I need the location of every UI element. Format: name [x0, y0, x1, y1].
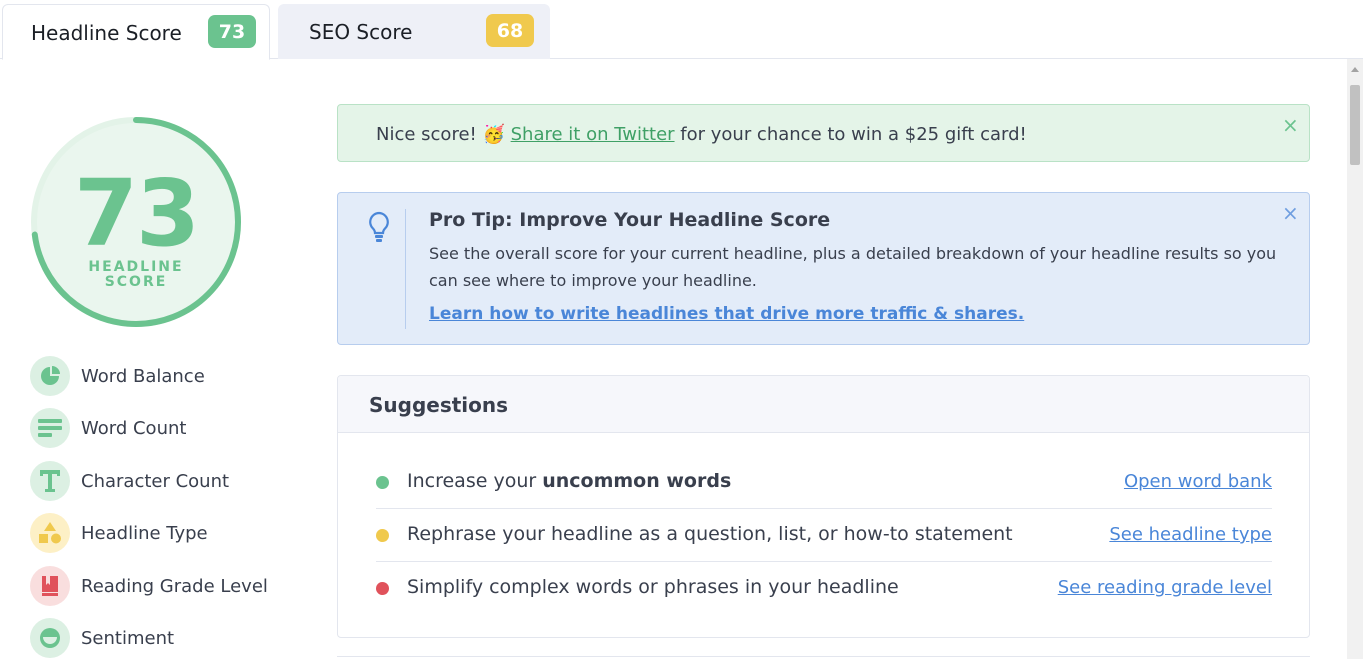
nav-word-count-label: Word Count — [81, 417, 187, 439]
headline-score-label-1: HEADLINE — [88, 259, 184, 275]
lightbulb-icon — [368, 211, 390, 247]
share-on-twitter-link[interactable]: Share it on Twitter — [511, 124, 675, 145]
lines-icon — [30, 408, 70, 448]
scroll-up-arrow-icon[interactable] — [1351, 67, 1359, 72]
nav-sentiment[interactable]: Sentiment — [30, 618, 174, 658]
scrollbar[interactable] — [1347, 59, 1363, 659]
score-tabs: Headline Score 73 SEO Score 68 — [0, 0, 1363, 60]
status-dot-green — [376, 476, 389, 489]
pro-tip-panel: Pro Tip: Improve Your Headline Score See… — [337, 192, 1310, 345]
banner-prefix: Nice score! — [376, 124, 483, 145]
nav-headline-type-label: Headline Type — [81, 522, 208, 544]
party-emoji-icon: 🥳 — [482, 124, 505, 145]
headline-score-badge: 73 — [208, 15, 256, 48]
learn-headlines-link[interactable]: Learn how to write headlines that drive … — [429, 304, 1024, 324]
pie-chart-icon — [30, 356, 70, 396]
suggestion-text: Increase your uncommon words — [407, 470, 732, 492]
tab-headline-score[interactable]: Headline Score 73 — [2, 4, 270, 60]
banner-suffix: for your chance to win a $25 gift card! — [674, 124, 1027, 145]
nav-headline-type[interactable]: Headline Type — [30, 513, 208, 553]
headline-score-gauge: 73 HEADLINE SCORE — [30, 116, 242, 328]
nav-reading-grade-level-label: Reading Grade Level — [81, 575, 268, 597]
tip-divider — [405, 209, 406, 329]
suggestions-header: Suggestions — [338, 376, 1309, 433]
tab-seo-score-label: SEO Score — [309, 20, 413, 44]
tab-headline-score-label: Headline Score — [31, 21, 182, 45]
suggestion-row: Rephrase your headline as a question, li… — [376, 509, 1272, 561]
pro-tip-body: See the overall score for your current h… — [429, 244, 1277, 290]
see-reading-grade-level-link[interactable]: See reading grade level — [1058, 577, 1272, 598]
nav-word-balance[interactable]: Word Balance — [30, 356, 205, 396]
tab-seo-score[interactable]: SEO Score 68 — [278, 4, 550, 59]
nav-character-count[interactable]: Character Count — [30, 461, 229, 501]
headline-score-label-2: SCORE — [104, 274, 168, 290]
nav-word-count[interactable]: Word Count — [30, 408, 186, 448]
pro-tip-title: Pro Tip: Improve Your Headline Score — [429, 209, 831, 231]
nav-reading-grade-level[interactable]: Reading Grade Level — [30, 566, 268, 606]
nav-sentiment-label: Sentiment — [81, 627, 175, 649]
share-score-text: Nice score! 🥳 Share it on Twitter for yo… — [376, 124, 1027, 145]
scroll-thumb[interactable] — [1350, 85, 1360, 165]
share-score-banner: Nice score! 🥳 Share it on Twitter for yo… — [337, 104, 1310, 162]
nav-word-balance-label: Word Balance — [81, 365, 205, 387]
suggestion-row: Increase your uncommon words Open word b… — [376, 456, 1272, 508]
status-dot-red — [376, 582, 389, 595]
see-headline-type-link[interactable]: See headline type — [1109, 524, 1272, 545]
shapes-icon — [30, 513, 70, 553]
smile-icon — [30, 618, 70, 658]
suggestions-card: Suggestions Increase your uncommon words… — [337, 375, 1310, 638]
suggestion-row: Simplify complex words or phrases in you… — [376, 562, 1272, 614]
seo-score-badge: 68 — [486, 14, 534, 47]
open-word-bank-link[interactable]: Open word bank — [1124, 471, 1272, 492]
suggestion-text: Rephrase your headline as a question, li… — [407, 523, 1013, 545]
letter-t-icon — [30, 461, 70, 501]
close-pro-tip-icon[interactable]: × — [1282, 203, 1299, 223]
book-icon — [30, 566, 70, 606]
suggestions-title: Suggestions — [369, 393, 509, 417]
suggestion-text: Simplify complex words or phrases in you… — [407, 576, 899, 598]
close-banner-icon[interactable]: × — [1282, 115, 1299, 135]
nav-character-count-label: Character Count — [81, 470, 230, 492]
status-dot-yellow — [376, 529, 389, 542]
headline-score-value: 73 — [73, 160, 200, 267]
